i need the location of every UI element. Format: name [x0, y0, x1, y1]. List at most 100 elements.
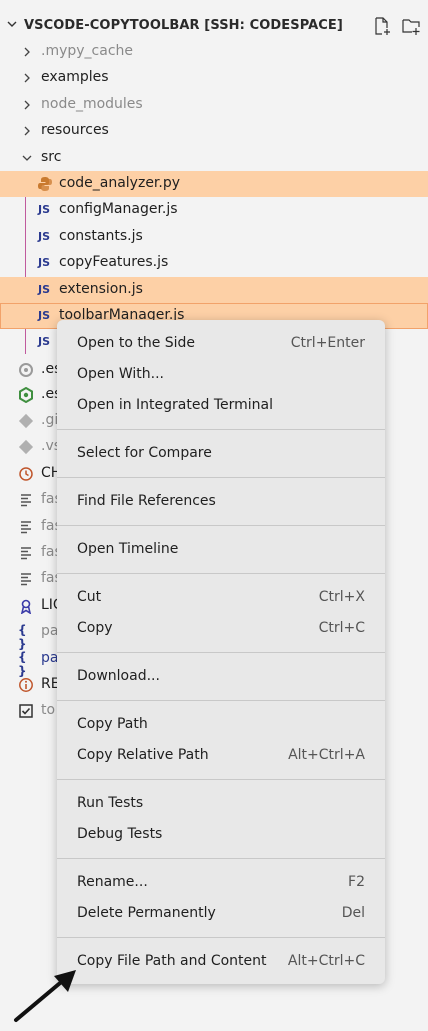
- pointer-arrow-icon: [14, 970, 76, 1022]
- menu-separator: [57, 779, 385, 780]
- menu-item-open-to-side[interactable]: Open to the Side Ctrl+Enter: [77, 330, 365, 356]
- git-icon: [18, 413, 34, 429]
- javascript-icon: JS: [38, 256, 51, 269]
- menu-item-copy-path[interactable]: Copy Path: [77, 711, 365, 737]
- menu-item-shortcut: Ctrl+X: [318, 589, 365, 605]
- text-file-icon: [21, 573, 31, 586]
- eslint-icon: [19, 387, 33, 403]
- menu-item-download[interactable]: Download...: [77, 663, 365, 689]
- tree-item-config-manager[interactable]: JS configManager.js: [0, 197, 428, 223]
- menu-item-label: Select for Compare: [77, 445, 212, 461]
- menu-item-label: Copy Path: [77, 716, 148, 732]
- tree-item-copy-features[interactable]: JS copyFeatures.js: [0, 250, 428, 276]
- menu-item-label: Open to the Side: [77, 335, 196, 351]
- menu-separator: [57, 525, 385, 526]
- javascript-icon: JS: [38, 283, 51, 296]
- menu-item-copy-file-path-content[interactable]: Copy File Path and Content Alt+Ctrl+C: [77, 948, 365, 974]
- menu-item-label: Cut: [77, 589, 102, 605]
- tree-item-label: pa: [41, 650, 59, 666]
- info-icon: [19, 678, 33, 692]
- menu-item-label: Run Tests: [77, 795, 144, 811]
- text-file-icon: [21, 521, 31, 534]
- tree-item-node-modules[interactable]: node_modules: [0, 92, 428, 118]
- chevron-right-icon: [24, 73, 30, 83]
- tree-item-label: configManager.js: [59, 201, 178, 217]
- menu-item-label: Copy File Path and Content: [77, 953, 267, 969]
- menu-item-label: Find File References: [77, 493, 216, 509]
- menu-item-label: Debug Tests: [77, 826, 163, 842]
- menu-item-copy-relative-path[interactable]: Copy Relative Path Alt+Ctrl+A: [77, 742, 365, 768]
- tree-item-extension[interactable]: JS extension.js: [0, 277, 428, 303]
- tree-item-code-analyzer[interactable]: code_analyzer.py: [0, 171, 428, 197]
- tree-item-label: resources: [41, 122, 109, 138]
- json-icon: { }: [18, 650, 27, 678]
- tree-item-src[interactable]: src: [0, 145, 428, 171]
- new-folder-icon[interactable]: [401, 16, 421, 36]
- menu-separator: [57, 477, 385, 478]
- menu-item-label: Open in Integrated Terminal: [77, 397, 273, 413]
- tree-item-examples[interactable]: examples: [0, 65, 428, 91]
- menu-item-debug-tests[interactable]: Debug Tests: [77, 821, 365, 847]
- menu-item-run-tests[interactable]: Run Tests: [77, 790, 365, 816]
- menu-item-open-terminal[interactable]: Open in Integrated Terminal: [77, 392, 365, 418]
- menu-item-shortcut: Ctrl+Enter: [290, 335, 365, 351]
- explorer-title[interactable]: VSCODE-COPYTOOLBAR [SSH: CODESPACE]: [24, 18, 343, 33]
- menu-item-label: Rename...: [77, 874, 148, 890]
- menu-item-shortcut: F2: [348, 874, 365, 890]
- clock-icon: [19, 467, 33, 481]
- text-file-icon: [21, 494, 31, 507]
- tree-item-label: pa: [41, 623, 59, 639]
- menu-item-label: Open With...: [77, 366, 164, 382]
- circle-dot-icon: [19, 363, 33, 377]
- javascript-icon: JS: [38, 230, 51, 243]
- menu-item-find-references[interactable]: Find File References: [77, 488, 365, 514]
- tree-item-label: extension.js: [59, 281, 143, 297]
- menu-separator: [57, 652, 385, 653]
- tree-item-label: .mypy_cache: [41, 43, 134, 59]
- license-icon: [20, 599, 32, 614]
- tree-item-label: examples: [41, 69, 109, 85]
- menu-item-label: Copy: [77, 620, 113, 636]
- menu-item-cut[interactable]: Cut Ctrl+X: [77, 584, 365, 610]
- tree-item-label: code_analyzer.py: [59, 175, 181, 191]
- menu-item-delete-permanently[interactable]: Delete Permanently Del: [77, 900, 365, 926]
- tree-item-mypy-cache[interactable]: .mypy_cache: [0, 39, 428, 65]
- menu-separator: [57, 937, 385, 938]
- javascript-icon: JS: [38, 335, 51, 348]
- tree-item-resources[interactable]: resources: [0, 118, 428, 144]
- javascript-icon: JS: [38, 309, 51, 322]
- tree-item-label: copyFeatures.js: [59, 254, 169, 270]
- tree-item-label: constants.js: [59, 228, 143, 244]
- menu-separator: [57, 700, 385, 701]
- menu-item-shortcut: Alt+Ctrl+C: [287, 953, 365, 969]
- menu-item-select-compare[interactable]: Select for Compare: [77, 440, 365, 466]
- tree-item-label: node_modules: [41, 96, 143, 112]
- menu-item-open-with[interactable]: Open With...: [77, 361, 365, 387]
- json-icon: { }: [18, 623, 27, 651]
- menu-separator: [57, 429, 385, 430]
- menu-separator: [57, 858, 385, 859]
- text-file-icon: [21, 547, 31, 560]
- context-menu: Open to the Side Ctrl+Enter Open With...…: [57, 320, 385, 984]
- chevron-down-icon[interactable]: [6, 18, 18, 30]
- menu-item-shortcut: Alt+Ctrl+A: [288, 747, 365, 763]
- menu-item-label: Copy Relative Path: [77, 747, 209, 763]
- tree-item-label: src: [41, 149, 62, 165]
- javascript-icon: JS: [38, 203, 51, 216]
- chevron-right-icon: [24, 47, 30, 57]
- menu-item-shortcut: Del: [341, 905, 365, 921]
- menu-item-label: Download...: [77, 668, 160, 684]
- menu-item-label: Open Timeline: [77, 541, 179, 557]
- tree-item-label: .gi: [41, 412, 59, 428]
- menu-item-shortcut: Ctrl+C: [318, 620, 365, 636]
- python-icon: [38, 177, 52, 191]
- menu-item-open-timeline[interactable]: Open Timeline: [77, 536, 365, 562]
- tree-item-constants[interactable]: JS constants.js: [0, 224, 428, 250]
- chevron-right-icon: [24, 100, 30, 110]
- menu-item-copy[interactable]: Copy Ctrl+C: [77, 615, 365, 641]
- new-file-icon[interactable]: [372, 16, 392, 36]
- menu-separator: [57, 573, 385, 574]
- menu-item-rename[interactable]: Rename... F2: [77, 869, 365, 895]
- tree-item-label: to: [41, 702, 56, 718]
- menu-item-label: Delete Permanently: [77, 905, 216, 921]
